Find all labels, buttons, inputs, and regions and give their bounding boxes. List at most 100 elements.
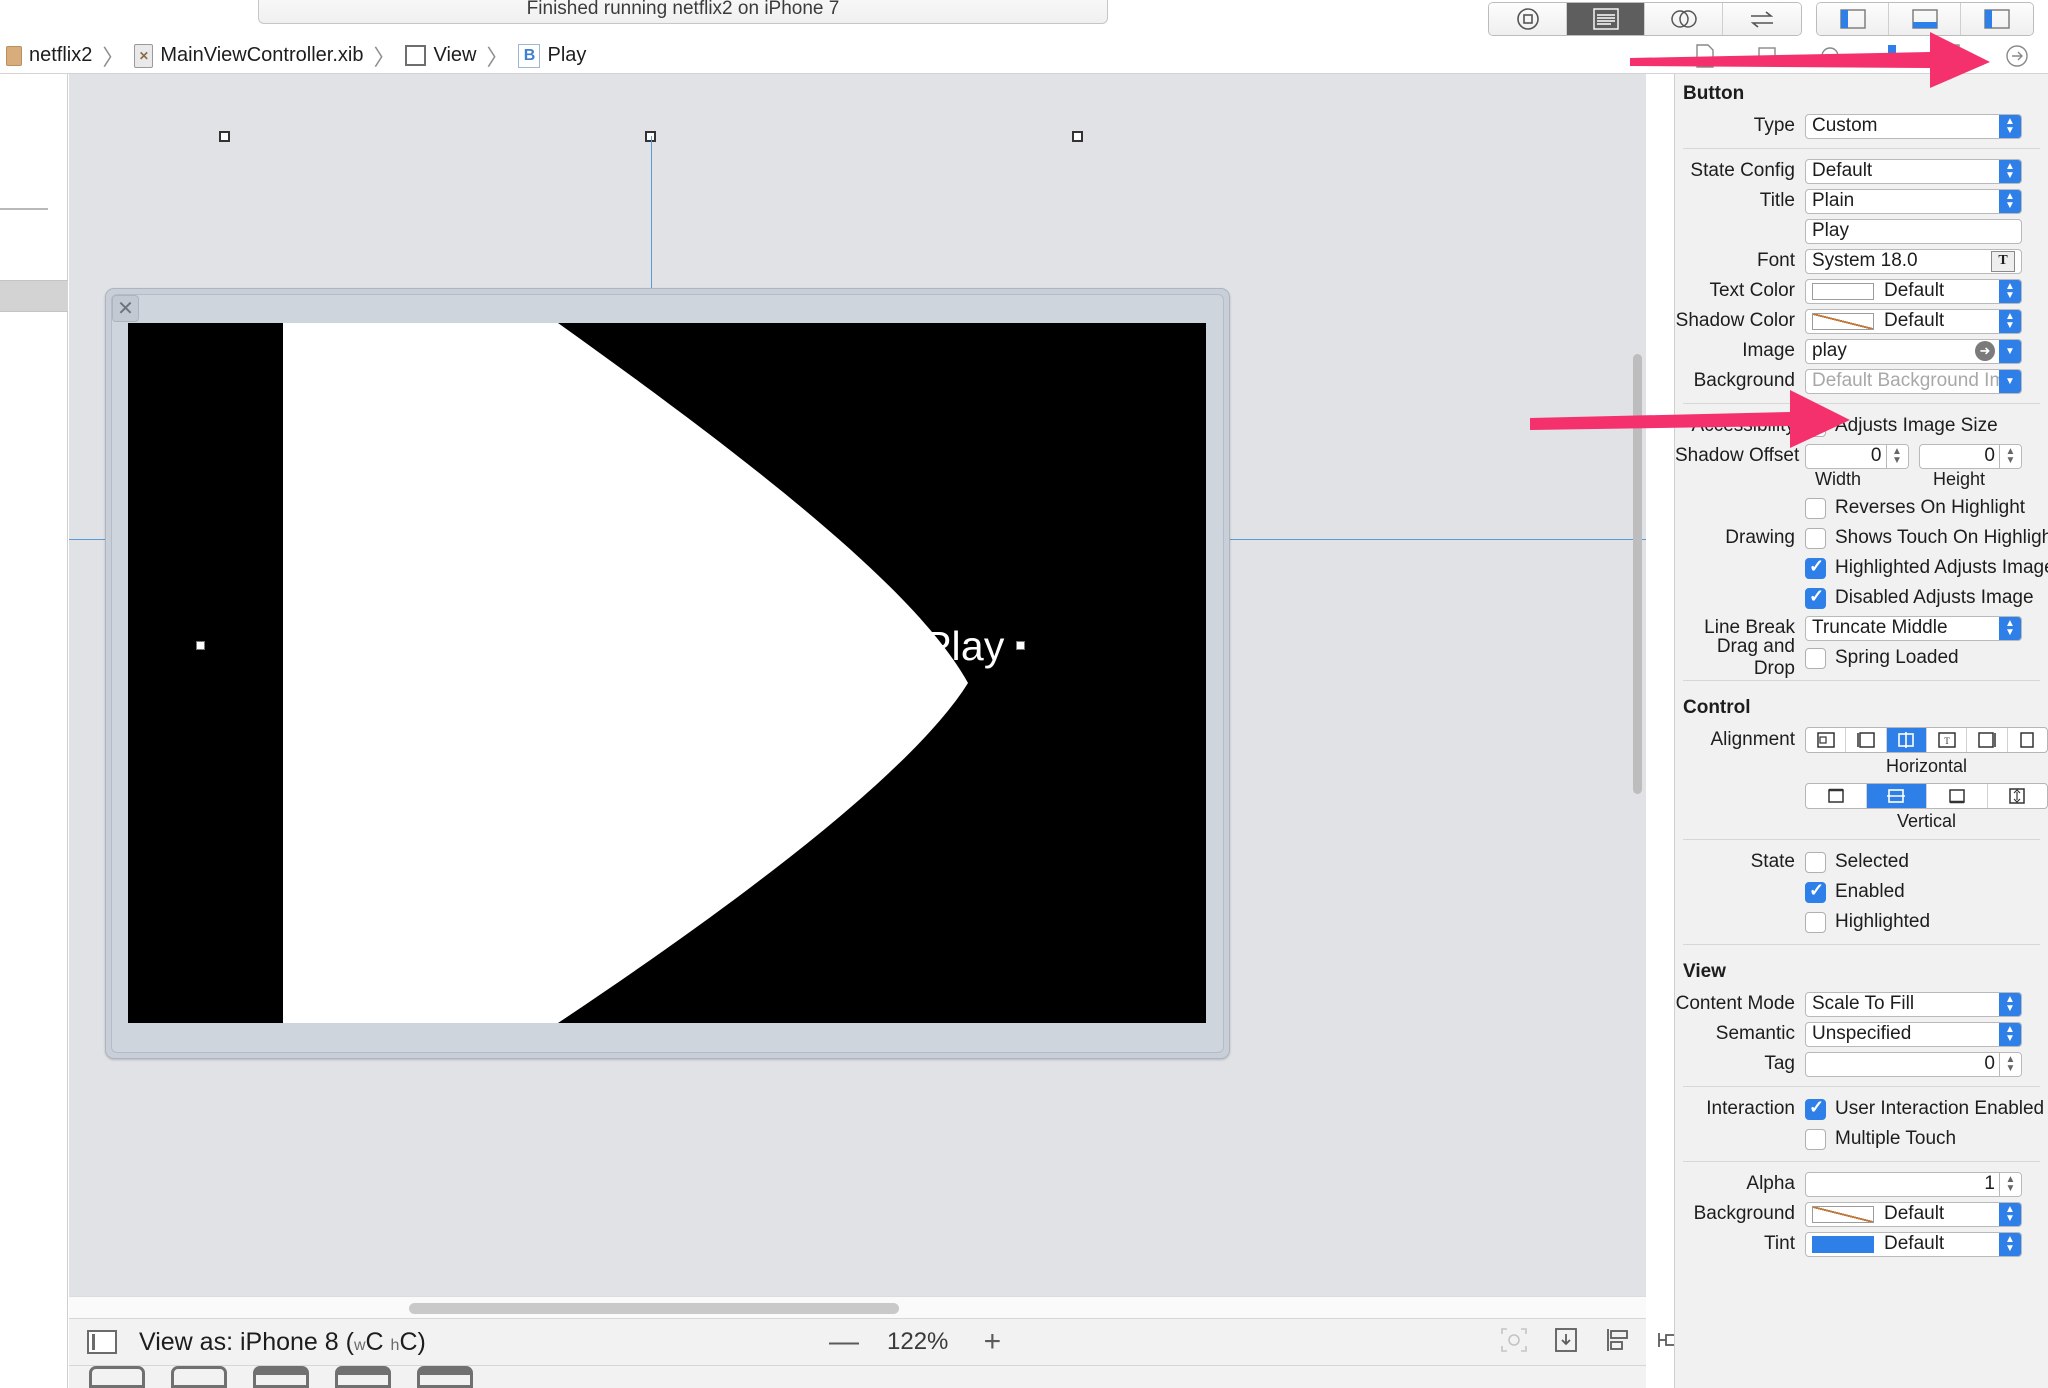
background-image-combobox[interactable]: Default Background Imag ▼ [1805,368,2022,394]
navigator-selected-row[interactable] [0,280,68,312]
button-type-select[interactable]: Custom ▲ ▼ [1805,113,2022,139]
state-config-select[interactable]: Default ▲ ▼ [1805,158,2022,184]
semantic-select[interactable]: Unspecified ▲ ▼ [1805,1021,2022,1047]
navigator-panel-toggle[interactable] [1817,3,1889,35]
device-size-selector[interactable] [69,1366,1646,1388]
assistant-editor-button[interactable] [1645,3,1723,35]
content-mode-select[interactable]: Scale To Fill ▲ ▼ [1805,991,2022,1017]
disabled-adjusts-image-checkbox[interactable] [1805,586,1826,609]
valign-top-button[interactable] [1806,784,1867,808]
identity-inspector-icon[interactable] [1808,41,1852,71]
user-interaction-enabled-checkbox[interactable] [1805,1097,1826,1120]
align-left-button[interactable] [1806,728,1847,752]
shadow-offset-height-input[interactable]: 0 ▲ ▼ [1918,443,2022,469]
interface-builder-canvas[interactable]: ✕ Play [69,74,1646,1296]
valign-bottom-button[interactable] [1927,784,1988,808]
tag-row: Tag 0 ▲ ▼ [1675,1049,2048,1079]
canvas-horizontal-scrollbar[interactable] [69,1296,1646,1318]
align-fill-button[interactable] [2008,728,2047,752]
standard-editor-button[interactable] [1567,3,1645,35]
device-icon-tablet[interactable] [335,1366,391,1388]
stepper-icon[interactable]: ▲ ▼ [1999,444,2021,468]
align-right-edge-button[interactable] [1967,728,2008,752]
view-as-label[interactable]: View as: iPhone 8 (wC hC) [139,1328,426,1357]
selected-checkbox[interactable] [1805,851,1826,873]
image-combobox[interactable]: play ➜ ▼ [1805,338,2022,364]
update-frames-icon[interactable] [1499,1326,1529,1359]
canvas-vertical-scrollbar[interactable] [1633,354,1642,794]
spring-loaded-checkbox[interactable] [1805,647,1826,669]
reverses-on-highlight-checkbox[interactable] [1805,497,1826,519]
breadcrumb-item-project[interactable]: netflix2 [6,44,92,67]
multiple-touch-checkbox[interactable] [1805,1128,1826,1150]
size-inspector-icon[interactable] [1932,41,1976,71]
device-icon-small[interactable] [89,1366,145,1388]
chevron-updown-icon: ▲ ▼ [1999,1232,2021,1256]
version-editor-button[interactable] [1723,3,1801,35]
title-text-input[interactable]: Play [1805,218,2022,244]
vertical-alignment-segmented-control[interactable] [1805,783,2048,809]
arrow-right-circle-icon[interactable]: ➜ [1975,341,1995,361]
selection-handle-top-right[interactable] [1072,131,1083,142]
align-left-edge-button[interactable] [1846,728,1887,752]
device-preview-toggle[interactable] [87,1330,117,1354]
highlighted-adjusts-image-checkbox[interactable] [1805,556,1826,579]
color-swatch[interactable] [1812,282,1874,300]
navigator-strip[interactable] [0,74,68,1388]
device-screen[interactable]: Play [128,323,1206,1023]
horizontal-alignment-segmented-control[interactable]: T [1805,727,2048,753]
color-swatch[interactable] [1812,1205,1874,1223]
font-picker-icon[interactable]: T [1991,250,2015,272]
device-icon-medium[interactable] [171,1366,227,1388]
font-picker[interactable]: System 18.0 T [1805,248,2022,274]
valign-center-button[interactable] [1866,784,1927,808]
shadow-color-select[interactable]: Default ▲ ▼ [1805,308,2022,334]
breadcrumb-item-view[interactable]: View [405,44,476,67]
embed-in-icon[interactable] [1551,1326,1581,1359]
stepper-icon[interactable]: ▲ ▼ [1999,1172,2021,1196]
utilities-panel-toggle[interactable] [1961,3,2033,35]
accessibility-label: Accessibility [1691,415,1795,436]
title-style-select[interactable]: Plain ▲ ▼ [1805,188,2022,214]
breadcrumb-item-play-button[interactable]: B Play [518,43,586,68]
align-text-button[interactable]: T [1927,728,1968,752]
debug-panel-toggle[interactable] [1889,3,1961,35]
color-swatch[interactable] [1812,1235,1874,1253]
shadow-offset-width-input[interactable]: 0 ▲ ▼ [1805,443,1909,469]
quick-help-icon[interactable] [1745,41,1789,71]
file-inspector-icon[interactable] [1683,41,1727,71]
tag-input[interactable]: 0 ▲ ▼ [1805,1051,2022,1077]
editor-mode-segmented-control[interactable] [1488,2,1802,36]
panel-toggle-segmented-control[interactable] [1816,2,2034,36]
color-swatch[interactable] [1812,312,1874,330]
device-icon-tablet-large[interactable] [417,1366,473,1388]
tint-select[interactable]: Default ▲ ▼ [1805,1231,2022,1257]
enabled-checkbox[interactable] [1805,880,1826,903]
stop-button[interactable] [1489,3,1567,35]
attributes-inspector[interactable]: Button Type Custom ▲ ▼ State Config Defau… [1674,74,2048,1388]
breadcrumb-item-xib[interactable]: ✕ MainViewController.xib [134,43,363,68]
shows-touch-on-highlight-checkbox[interactable] [1805,527,1826,549]
view-selection-handle[interactable] [196,641,205,650]
line-break-select[interactable]: Truncate Middle ▲ ▼ [1805,615,2022,641]
align-icon[interactable] [1603,1326,1633,1359]
button-selection-handle[interactable] [1016,641,1025,650]
view-background-select[interactable]: Default ▲ ▼ [1805,1201,2022,1227]
selection-handle-top-left[interactable] [219,131,230,142]
valign-fill-button[interactable] [1988,784,2048,808]
stepper-icon[interactable]: ▲ ▼ [1999,1052,2021,1076]
connections-inspector-icon[interactable] [1995,41,2039,71]
close-icon[interactable]: ✕ [112,295,139,322]
alpha-input[interactable]: 1 ▲ ▼ [1805,1171,2022,1197]
stepper-icon[interactable]: ▲ ▼ [1885,444,1908,468]
zoom-out-button[interactable]: — [829,1327,859,1357]
zoom-in-button[interactable]: + [978,1327,1006,1357]
device-icon-large[interactable] [253,1366,309,1388]
scrollbar-thumb[interactable] [409,1303,899,1314]
device-frame[interactable]: ✕ Play [105,288,1230,1059]
adjusts-image-size-checkbox[interactable] [1805,415,1826,437]
text-color-select[interactable]: Default ▲ ▼ [1805,278,2022,304]
align-center-button[interactable] [1886,728,1927,752]
highlighted-checkbox[interactable] [1805,911,1826,933]
attributes-inspector-icon[interactable] [1870,41,1914,71]
